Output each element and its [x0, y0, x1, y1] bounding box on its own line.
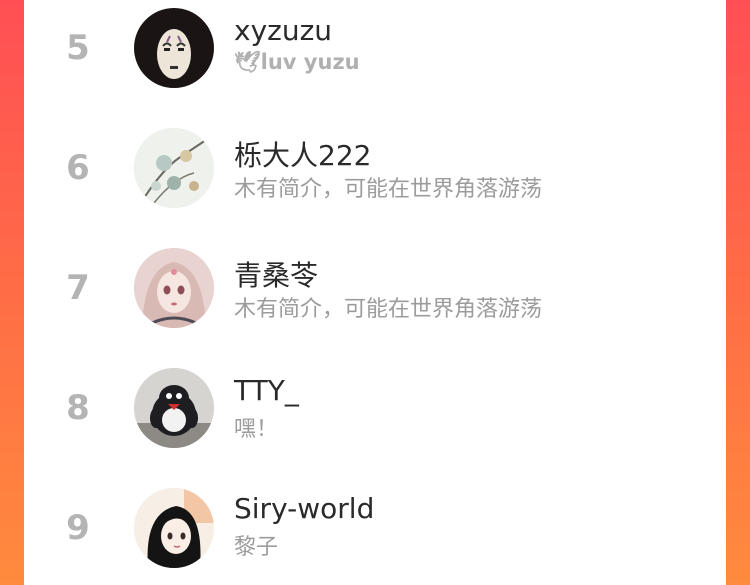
rank-number: 5 — [66, 28, 90, 68]
user-name: Siry-world — [234, 492, 375, 525]
user-bio: 木有简介，可能在世界角落游荡 — [234, 177, 543, 202]
user-bio: 🕊luv yuzu — [234, 50, 360, 74]
user-name: TTY_ — [234, 374, 299, 407]
user-bio: 嘿！ — [234, 417, 279, 442]
rank-number: 8 — [66, 388, 90, 428]
floral-illustration-avatar-icon[interactable] — [134, 128, 214, 208]
ranking-row[interactable]: 9 Siry-world 黎子 — [24, 468, 726, 585]
anime-girl-avatar-icon[interactable] — [134, 248, 214, 328]
ranking-list-card: 5 xyzuzu 🕊luv yuzu 6 栎大人222 木有简介，可能在世界角落… — [24, 0, 726, 585]
penguin-plush-avatar-icon[interactable] — [134, 368, 214, 448]
anime-girl-dark-hair-avatar-icon[interactable] — [134, 488, 214, 568]
ranking-row[interactable]: 8 TTY_ 嘿！ — [24, 348, 726, 468]
user-bio: 木有简介，可能在世界角落游荡 — [234, 297, 543, 322]
user-name: 栎大人222 — [234, 139, 372, 172]
rank-number: 9 — [66, 508, 90, 548]
user-bio: 黎子 — [234, 535, 279, 560]
ranking-row[interactable]: 7 青桑苓 木有简介，可能在世界角落游荡 — [24, 228, 726, 348]
ranking-row[interactable]: 6 栎大人222 木有简介，可能在世界角落游荡 — [24, 108, 726, 228]
rank-number: 7 — [66, 268, 90, 308]
user-name: xyzuzu — [234, 14, 333, 47]
no-face-avatar-icon[interactable] — [134, 8, 214, 88]
rank-number: 6 — [66, 148, 90, 188]
user-name: 青桑苓 — [234, 259, 319, 292]
ranking-row[interactable]: 5 xyzuzu 🕊luv yuzu — [24, 0, 726, 108]
